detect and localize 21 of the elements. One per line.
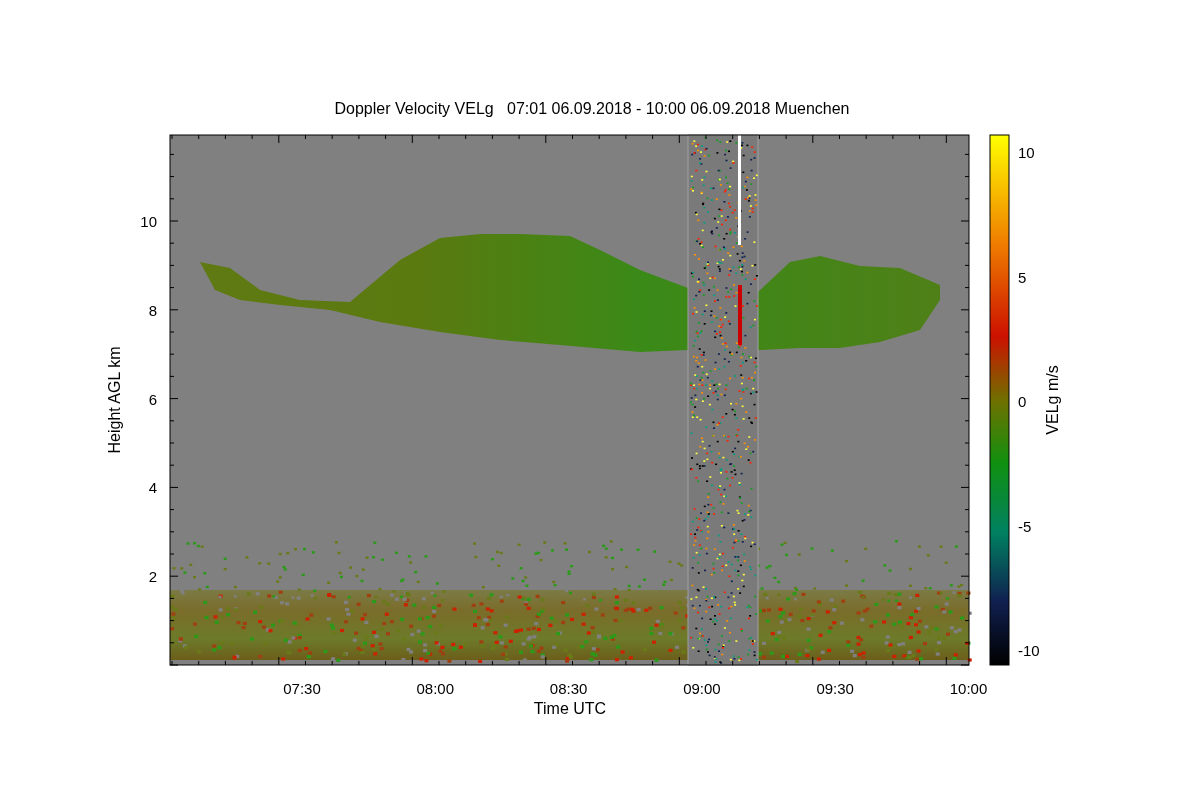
x-tick-label: 10:00 (949, 680, 988, 697)
colorbar-tick-label: 10 (1018, 144, 1035, 161)
colorbar-tick-label: 5 (1018, 268, 1027, 286)
x-axis-label: Time UTC (533, 700, 607, 717)
x-tick-label: 08:00 (416, 680, 455, 697)
x-tick-label: 09:00 (683, 680, 721, 697)
x-tick-label: 07:30 (283, 680, 321, 697)
y-tick-label: 6 (148, 390, 157, 408)
x-tick-label: 09:30 (816, 680, 854, 697)
colorbar-tick-label: -10 (1018, 642, 1040, 659)
colorbar-tick-label: -5 (1018, 517, 1032, 535)
velocity-streak (738, 285, 742, 345)
y-tick-label: 2 (148, 568, 157, 585)
chart-title: Doppler Velocity VELg 07:01 06.09.2018 - 10:00 06.09.2018 Muenchen (334, 100, 850, 117)
y-tick-label: 4 (148, 479, 157, 497)
y-axis-label: Height AGL km (106, 346, 123, 454)
x-tick-label: 08:30 (549, 680, 588, 697)
y-tick-label: 10 (140, 213, 157, 230)
colorbar-label: VELg m/s (1044, 365, 1061, 435)
y-tick-label: 8 (148, 301, 157, 319)
colorbar-tick-label: 0 (1018, 393, 1027, 410)
